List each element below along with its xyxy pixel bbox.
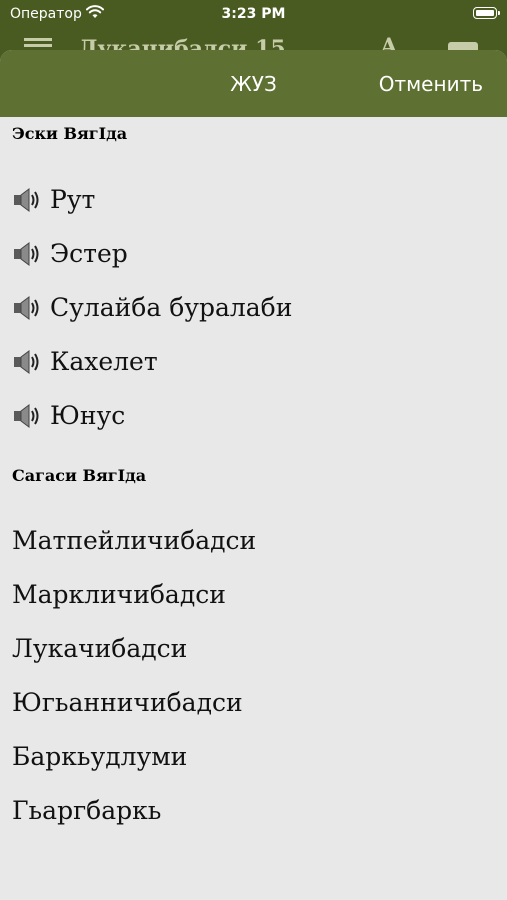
book-label: Кахелет <box>50 347 158 376</box>
section-header-old-testament: Эски ВягIда <box>12 124 128 143</box>
book-label: Гьаргбаркь <box>12 796 162 825</box>
section-header-new-testament: Сагаси ВягIда <box>12 466 147 485</box>
book-label: Сулайба буралаби <box>50 293 293 322</box>
book-item[interactable]: Юнус <box>0 389 507 443</box>
book-label: Маркличибадси <box>12 580 226 609</box>
speaker-icon <box>14 403 39 428</box>
book-item[interactable]: Югьанничибадси <box>0 676 507 730</box>
status-time: 3:23 PM <box>221 6 286 22</box>
new-testament-book-list: Матпейличибадси Маркличибадси Лукачибадс… <box>0 514 507 838</box>
book-label: Лукачибадси <box>12 634 188 663</box>
cancel-button[interactable]: Отменить <box>379 72 483 96</box>
book-label: Юнус <box>50 401 126 430</box>
menu-icon <box>24 44 52 47</box>
book-label: Рут <box>50 185 96 214</box>
book-item[interactable]: Баркьудлуми <box>0 730 507 784</box>
battery-icon <box>473 7 500 19</box>
book-item[interactable]: Матпейличибадси <box>0 514 507 568</box>
book-item[interactable]: Гьаргбаркь <box>0 784 507 838</box>
speaker-icon <box>14 187 39 212</box>
book-item[interactable]: Сулайба буралаби <box>0 281 507 335</box>
book-label: Эстер <box>50 239 128 268</box>
book-label: Матпейличибадси <box>12 526 257 555</box>
speaker-icon <box>14 241 39 266</box>
book-label: Югьанничибадси <box>12 688 243 717</box>
status-bar: Оператор 3:23 PM <box>0 0 507 30</box>
book-item[interactable]: Эстер <box>0 227 507 281</box>
book-item[interactable]: Маркличибадси <box>0 568 507 622</box>
book-picker-sheet: ЖУЗ Отменить Эски ВягIда Рут Эстер Сулай… <box>0 50 507 900</box>
book-label: Баркьудлуми <box>12 742 188 771</box>
book-item[interactable]: Рут <box>0 173 507 227</box>
old-testament-book-list: Рут Эстер Сулайба буралаби Кахелет Юнус <box>0 173 507 443</box>
speaker-icon <box>14 295 39 320</box>
speaker-icon <box>14 349 39 374</box>
sheet-header: ЖУЗ Отменить <box>0 50 507 117</box>
book-item[interactable]: Лукачибадси <box>0 622 507 676</box>
book-item[interactable]: Кахелет <box>0 335 507 389</box>
